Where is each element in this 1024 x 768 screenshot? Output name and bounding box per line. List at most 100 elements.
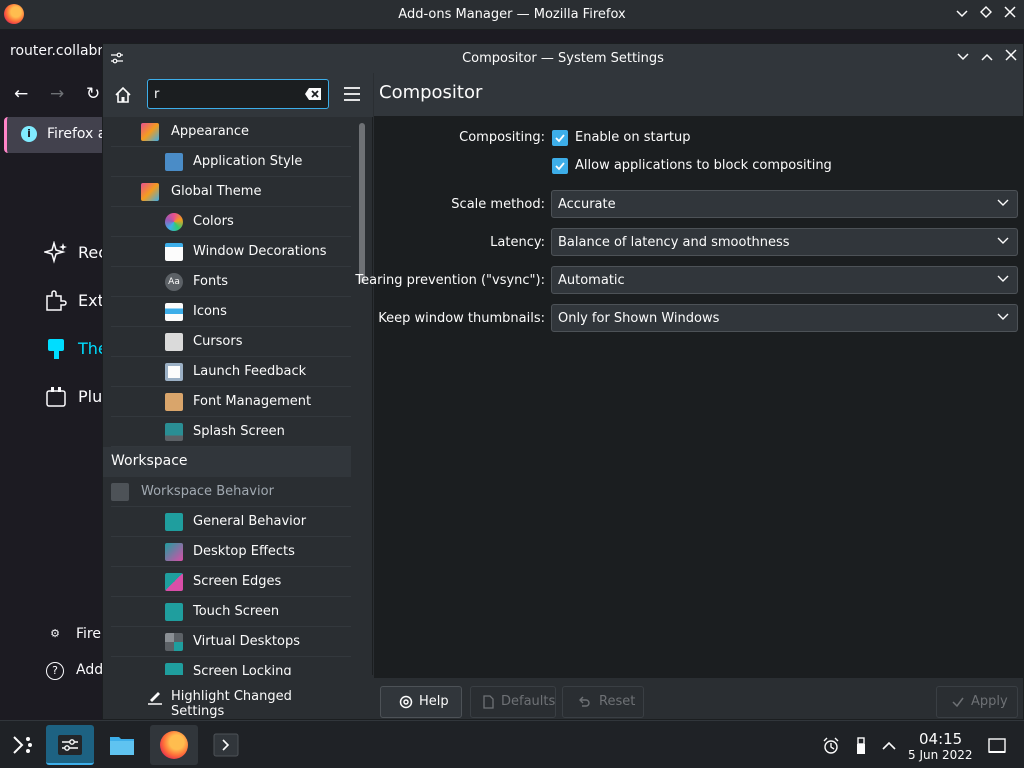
sidebar-item-cursors[interactable]: Cursors (111, 327, 351, 357)
home-icon[interactable] (113, 85, 133, 105)
firefox-window-title: Add-ons Manager — Mozilla Firefox (398, 7, 626, 22)
minimize-icon[interactable] (953, 48, 973, 68)
splash-screen-icon (165, 423, 183, 441)
firefox-nav-bar: ← → ↻ (0, 76, 110, 112)
puzzle-icon (46, 290, 67, 311)
lock-icon (165, 663, 183, 675)
maximize-icon[interactable] (976, 5, 996, 25)
compositing-label: Compositing: (459, 130, 545, 145)
chevron-down-icon (997, 313, 1009, 320)
appearance-icon (141, 123, 159, 141)
sidebar-item-fonts[interactable]: Aa Fonts (111, 267, 351, 297)
taskbar-terminal[interactable] (202, 725, 250, 765)
document-icon (483, 695, 494, 709)
sidebar-item-desktop-effects[interactable]: Desktop Effects (111, 537, 351, 567)
allow-block-compositing-checkbox[interactable] (552, 158, 568, 174)
defaults-button[interactable]: Defaults (470, 686, 556, 718)
allow-block-compositing-label[interactable]: Allow applications to block compositing (575, 158, 832, 173)
taskbar-system-settings[interactable] (46, 725, 94, 765)
sidebar-item-colors[interactable]: Colors (111, 207, 351, 237)
sidebar-item-workspace-behavior[interactable]: Workspace Behavior (111, 477, 351, 507)
search-field[interactable] (147, 79, 329, 109)
sidebar-item-touch-screen[interactable]: Touch Screen (111, 597, 351, 627)
close-icon[interactable] (1000, 5, 1020, 25)
sidebar-item-global-theme[interactable]: Global Theme (111, 177, 351, 207)
firefox-logo-icon (160, 731, 188, 759)
global-theme-icon (141, 183, 159, 201)
settings-window-title: Compositor — System Settings (462, 51, 664, 66)
taskbar-firefox[interactable] (150, 725, 198, 765)
show-desktop-icon[interactable] (988, 737, 1006, 755)
sidebar-header (103, 73, 373, 117)
sidebar-item-appearance[interactable]: Appearance (111, 117, 351, 147)
enable-on-startup-checkbox[interactable] (552, 130, 568, 146)
minimize-icon[interactable] (952, 5, 972, 25)
app-launcher-icon[interactable] (10, 733, 34, 757)
clock-date[interactable]: 5 Jun 2022 (908, 748, 973, 762)
tearing-prevention-dropdown[interactable]: Automatic (551, 266, 1018, 294)
sidebar-item-icons[interactable]: Icons (111, 297, 351, 327)
font-management-icon (165, 393, 183, 411)
main-header: Compositor (374, 73, 1023, 117)
sidebar-item-screen-locking[interactable]: Screen Locking (111, 657, 351, 675)
chevron-up-icon[interactable] (880, 737, 898, 755)
firefox-info-text: Firefox a (47, 126, 107, 142)
sidebar-item-screen-edges[interactable]: Screen Edges (111, 567, 351, 597)
sidebar-scrollbar[interactable] (358, 119, 366, 677)
enable-on-startup-label[interactable]: Enable on startup (575, 130, 691, 145)
main-footer: Help Defaults Reset Apply (374, 677, 1023, 719)
clear-search-icon[interactable] (304, 86, 322, 102)
sidebar-item-virtual-desktops[interactable]: Virtual Desktops (111, 627, 351, 657)
firefox-tab-host[interactable]: router.collabn (10, 43, 106, 59)
latency-label: Latency: (490, 235, 545, 250)
sidebar-item-font-management[interactable]: Font Management (111, 387, 351, 417)
scale-method-dropdown[interactable]: Accurate (551, 190, 1018, 218)
window-thumbnails-dropdown[interactable]: Only for Shown Windows (551, 304, 1018, 332)
compositor-form: Compositing: Enable on startup Allow app… (355, 117, 1023, 677)
reset-button[interactable]: Reset (562, 686, 644, 718)
touch-screen-icon (165, 603, 183, 621)
hamburger-menu-icon[interactable] (343, 85, 361, 103)
window-thumbnails-label: Keep window thumbnails: (378, 311, 545, 326)
workspace-behavior-icon (111, 483, 129, 501)
taskbar: 04:15 5 Jun 2022 (0, 720, 1024, 768)
search-input[interactable] (154, 85, 294, 103)
firefox-titlebar: Add-ons Manager — Mozilla Firefox (0, 0, 1024, 30)
sidebar-item-launch-feedback[interactable]: Launch Feedback (111, 357, 351, 387)
clock-time[interactable]: 04:15 (919, 730, 962, 748)
tearing-prevention-label: Tearing prevention ("vsync"): (355, 273, 545, 288)
usb-device-icon[interactable] (852, 737, 870, 755)
highlight-changed-settings-button[interactable]: Highlight Changed Settings (143, 687, 343, 719)
sparkle-icon (44, 241, 67, 264)
color-wheel-icon (165, 213, 183, 231)
taskbar-file-manager[interactable] (98, 725, 146, 765)
settings-main: Compositor Compositing: Enable on startu… (355, 73, 1023, 719)
forward-icon[interactable]: → (50, 84, 64, 104)
maximize-icon[interactable] (977, 48, 997, 68)
chevron-down-icon (997, 275, 1009, 282)
page-title: Compositor (379, 82, 483, 103)
terminal-icon (213, 733, 239, 757)
apply-button[interactable]: Apply (936, 686, 1018, 718)
undo-icon (579, 696, 590, 707)
help-button[interactable]: Help (380, 686, 462, 718)
scrollbar-thumb[interactable] (359, 123, 365, 283)
checkmark-icon (952, 697, 964, 708)
brush-icon (165, 153, 183, 171)
alarm-icon[interactable] (822, 737, 840, 755)
settings-sidebar: Appearance Application Style Global Them… (103, 73, 373, 719)
sidebar-item-general-behavior[interactable]: General Behavior (111, 507, 351, 537)
close-icon[interactable] (1001, 48, 1021, 68)
brush-icon (48, 339, 64, 359)
launch-feedback-icon (165, 363, 183, 381)
sidebar-item-window-decorations[interactable]: Window Decorations (111, 237, 351, 267)
sidebar-item-application-style[interactable]: Application Style (111, 147, 351, 177)
sidebar-item-splash-screen[interactable]: Splash Screen (111, 417, 351, 447)
info-icon: i (21, 126, 37, 142)
fonts-icon: Aa (165, 273, 183, 291)
reload-icon[interactable]: ↻ (86, 84, 100, 104)
sidebar-list: Appearance Application Style Global Them… (103, 117, 359, 675)
general-behavior-icon (165, 513, 183, 531)
back-icon[interactable]: ← (14, 84, 28, 104)
latency-dropdown[interactable]: Balance of latency and smoothness (551, 228, 1018, 256)
